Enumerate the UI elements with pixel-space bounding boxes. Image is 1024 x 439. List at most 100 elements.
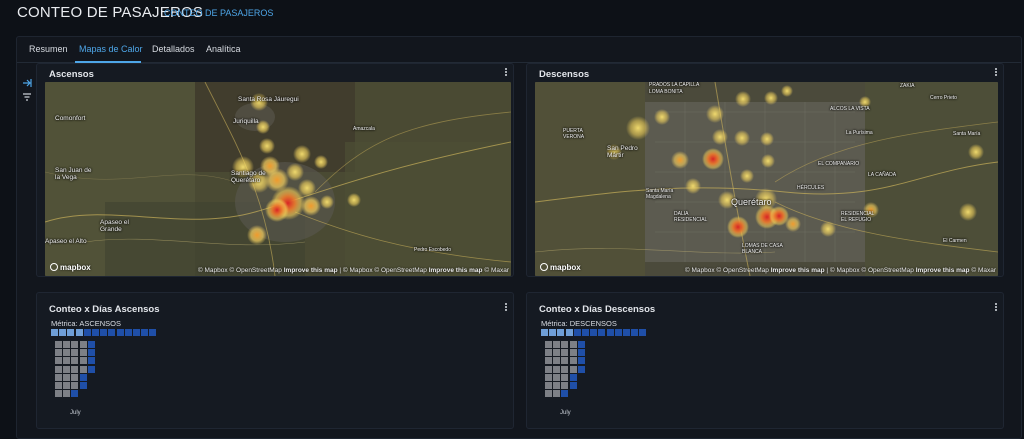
calendar-day-cell[interactable] bbox=[614, 329, 622, 336]
calendar-day-cell[interactable] bbox=[79, 382, 87, 389]
tab-resumen[interactable]: Resumen bbox=[29, 44, 68, 54]
calendar-day-cell[interactable] bbox=[561, 382, 569, 389]
calendar-day-cell[interactable] bbox=[71, 341, 79, 348]
calendar-day-cell[interactable] bbox=[87, 341, 95, 348]
calendar-day-cell[interactable] bbox=[549, 329, 557, 336]
calendar-day-cell[interactable] bbox=[569, 357, 577, 365]
calendar-day-cell[interactable] bbox=[553, 341, 561, 348]
calendar-day-cell[interactable] bbox=[55, 365, 62, 373]
calendar-day-cell[interactable] bbox=[71, 382, 79, 389]
calendar-day-cell[interactable] bbox=[569, 365, 577, 373]
calendar-day-cell[interactable] bbox=[67, 329, 75, 336]
calendar-day-cell[interactable] bbox=[75, 329, 83, 336]
calendar-day-cell[interactable] bbox=[63, 390, 71, 398]
calendar-day-cell[interactable] bbox=[55, 349, 62, 357]
calendar-day-cell[interactable] bbox=[582, 329, 589, 336]
calendar-day-cell[interactable] bbox=[79, 365, 87, 373]
calendar-day-cell[interactable] bbox=[557, 329, 565, 336]
calendar-day-cell[interactable] bbox=[577, 341, 585, 348]
calendar-day-cell[interactable] bbox=[545, 390, 552, 398]
calendar-day-cell[interactable] bbox=[553, 390, 561, 398]
calendar-day-cell[interactable] bbox=[87, 357, 95, 365]
calendar-day-cell[interactable] bbox=[141, 329, 149, 336]
calendar-day-cell[interactable] bbox=[553, 365, 561, 373]
calendar-day-cell[interactable] bbox=[561, 373, 569, 381]
calendar-day-cell[interactable] bbox=[87, 349, 95, 357]
calendar-day-cell[interactable] bbox=[577, 349, 585, 357]
calendar-day-cell[interactable] bbox=[55, 357, 62, 365]
calendar-day-cell[interactable] bbox=[71, 365, 79, 373]
ascensos-calendar-menu-icon[interactable] bbox=[501, 302, 511, 314]
calendar-day-cell[interactable] bbox=[59, 329, 67, 336]
calendar-day-cell[interactable] bbox=[545, 365, 552, 373]
calendar-day-cell[interactable] bbox=[569, 373, 577, 381]
calendar-day-cell[interactable] bbox=[573, 329, 581, 336]
map-attribution[interactable]: © Mapbox © OpenStreetMap Improve this ma… bbox=[685, 267, 996, 274]
calendar-day-cell[interactable] bbox=[108, 329, 116, 336]
calendar-day-cell[interactable] bbox=[553, 349, 561, 357]
calendar-day-cell[interactable] bbox=[569, 382, 577, 389]
calendar-day-cell[interactable] bbox=[79, 349, 87, 357]
ascensos-heatmap[interactable]: Santa Rosa Jáuregui Juriquilla Comonfort… bbox=[45, 82, 511, 276]
calendar-day-cell[interactable] bbox=[79, 357, 87, 365]
calendar-day-cell[interactable] bbox=[569, 349, 577, 357]
calendar-day-cell[interactable] bbox=[553, 373, 561, 381]
calendar-day-cell[interactable] bbox=[577, 357, 585, 365]
calendar-day-cell[interactable] bbox=[51, 329, 58, 336]
calendar-day-cell[interactable] bbox=[71, 373, 79, 381]
calendar-day-cell[interactable] bbox=[545, 357, 552, 365]
improve-map-link[interactable]: Improve this map bbox=[284, 267, 338, 274]
calendar-day-cell[interactable] bbox=[561, 390, 569, 398]
calendar-day-cell[interactable] bbox=[79, 341, 87, 348]
calendar-day-cell[interactable] bbox=[631, 329, 639, 336]
calendar-day-cell[interactable] bbox=[63, 365, 71, 373]
collapse-icon[interactable] bbox=[22, 78, 32, 88]
breadcrumb[interactable]: CONTEO DE PASAJEROS bbox=[164, 8, 273, 18]
calendar-day-cell[interactable] bbox=[92, 329, 99, 336]
calendar-day-cell[interactable] bbox=[55, 390, 62, 398]
calendar-day-cell[interactable] bbox=[561, 341, 569, 348]
calendar-day-cell[interactable] bbox=[623, 329, 630, 336]
calendar-day-cell[interactable] bbox=[63, 373, 71, 381]
calendar-day-cell[interactable] bbox=[116, 329, 124, 336]
calendar-day-cell[interactable] bbox=[63, 341, 71, 348]
calendar-day-cell[interactable] bbox=[100, 329, 108, 336]
tab-detallados[interactable]: Detallados bbox=[152, 44, 195, 54]
mapbox-logo[interactable]: mapbox bbox=[540, 263, 581, 272]
descensos-calendar-heatmap[interactable] bbox=[541, 329, 661, 409]
calendar-day-cell[interactable] bbox=[71, 349, 79, 357]
calendar-day-cell[interactable] bbox=[545, 341, 552, 348]
calendar-day-cell[interactable] bbox=[541, 329, 548, 336]
calendar-day-cell[interactable] bbox=[71, 390, 79, 398]
calendar-day-cell[interactable] bbox=[639, 329, 647, 336]
calendar-day-cell[interactable] bbox=[124, 329, 132, 336]
calendar-day-cell[interactable] bbox=[598, 329, 606, 336]
calendar-day-cell[interactable] bbox=[553, 382, 561, 389]
calendar-day-cell[interactable] bbox=[545, 349, 552, 357]
calendar-day-cell[interactable] bbox=[569, 341, 577, 348]
calendar-day-cell[interactable] bbox=[71, 357, 79, 365]
filter-icon[interactable] bbox=[22, 92, 32, 102]
calendar-day-cell[interactable] bbox=[606, 329, 614, 336]
descensos-heatmap[interactable]: PRADOS LA CAPILLA LOMA BONITA PUERTA VER… bbox=[535, 82, 998, 276]
calendar-day-cell[interactable] bbox=[55, 373, 62, 381]
calendar-day-cell[interactable] bbox=[87, 365, 95, 373]
descensos-map-menu-icon[interactable] bbox=[991, 67, 1001, 79]
calendar-day-cell[interactable] bbox=[79, 373, 87, 381]
calendar-day-cell[interactable] bbox=[577, 365, 585, 373]
calendar-day-cell[interactable] bbox=[63, 349, 71, 357]
map-attribution[interactable]: © Mapbox © OpenStreetMap Improve this ma… bbox=[198, 267, 509, 274]
improve-map-link[interactable]: Improve this map bbox=[771, 267, 825, 274]
calendar-day-cell[interactable] bbox=[590, 329, 598, 336]
calendar-day-cell[interactable] bbox=[553, 357, 561, 365]
mapbox-logo[interactable]: mapbox bbox=[50, 263, 91, 272]
calendar-day-cell[interactable] bbox=[83, 329, 91, 336]
calendar-day-cell[interactable] bbox=[63, 382, 71, 389]
descensos-calendar-menu-icon[interactable] bbox=[991, 302, 1001, 314]
calendar-day-cell[interactable] bbox=[133, 329, 140, 336]
calendar-day-cell[interactable] bbox=[55, 341, 62, 348]
calendar-day-cell[interactable] bbox=[55, 382, 62, 389]
calendar-day-cell[interactable] bbox=[561, 365, 569, 373]
calendar-day-cell[interactable] bbox=[561, 349, 569, 357]
calendar-day-cell[interactable] bbox=[545, 373, 552, 381]
